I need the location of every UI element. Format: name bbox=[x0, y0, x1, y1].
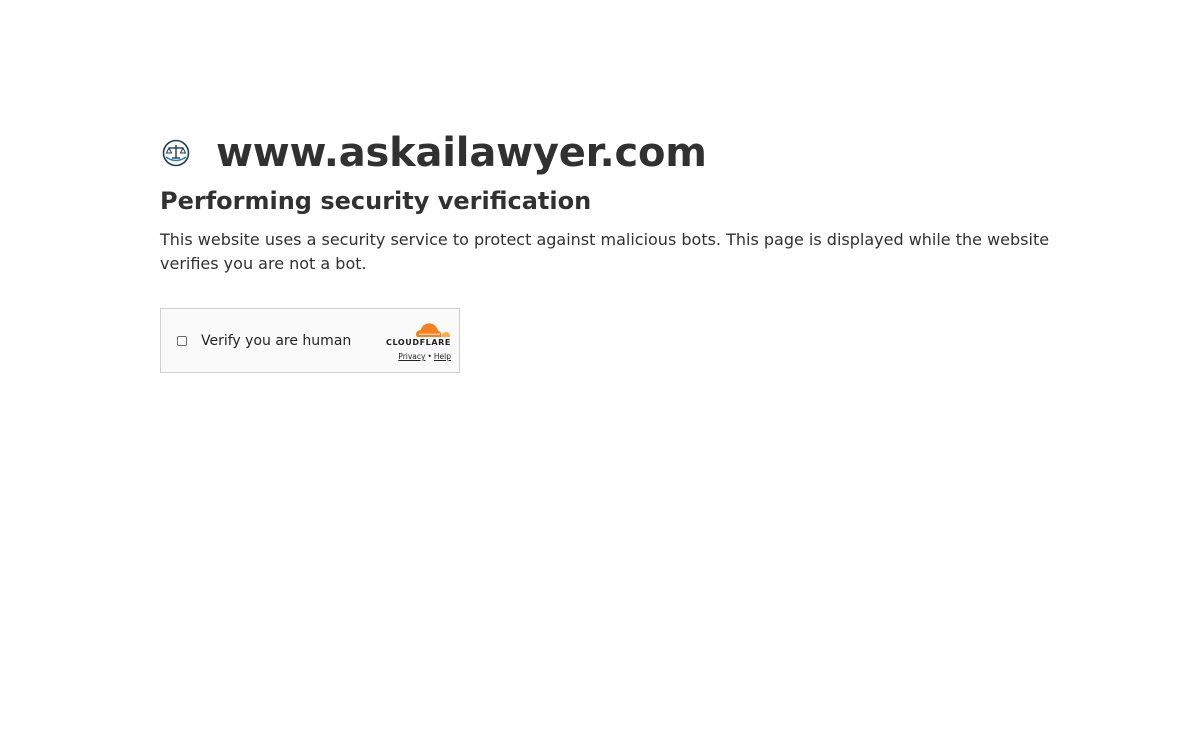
help-link[interactable]: Help bbox=[434, 352, 451, 361]
verify-human-label[interactable]: Verify you are human bbox=[201, 331, 351, 351]
site-domain-title: www.askailawyer.com bbox=[216, 130, 707, 176]
page-content: www.askailawyer.com Performing security … bbox=[160, 128, 1060, 373]
page-heading: Performing security verification bbox=[160, 187, 592, 215]
cloudflare-links: Privacy • Help bbox=[371, 352, 451, 362]
cloudflare-branding: CLOUDFLARE Privacy • Help bbox=[371, 320, 451, 362]
privacy-link[interactable]: Privacy bbox=[398, 352, 425, 361]
verify-human-checkbox[interactable] bbox=[177, 336, 187, 346]
turnstile-widget: Verify you are human CLOUDFLARE Privacy •… bbox=[160, 308, 460, 373]
verification-description: This website uses a security service to … bbox=[160, 230, 1050, 273]
scales-of-justice-icon bbox=[161, 138, 191, 168]
cloudflare-wordmark: CLOUDFLARE bbox=[386, 338, 451, 347]
cloudflare-cloud-icon bbox=[416, 323, 451, 337]
site-header: www.askailawyer.com bbox=[160, 128, 1060, 178]
link-separator: • bbox=[427, 352, 432, 361]
